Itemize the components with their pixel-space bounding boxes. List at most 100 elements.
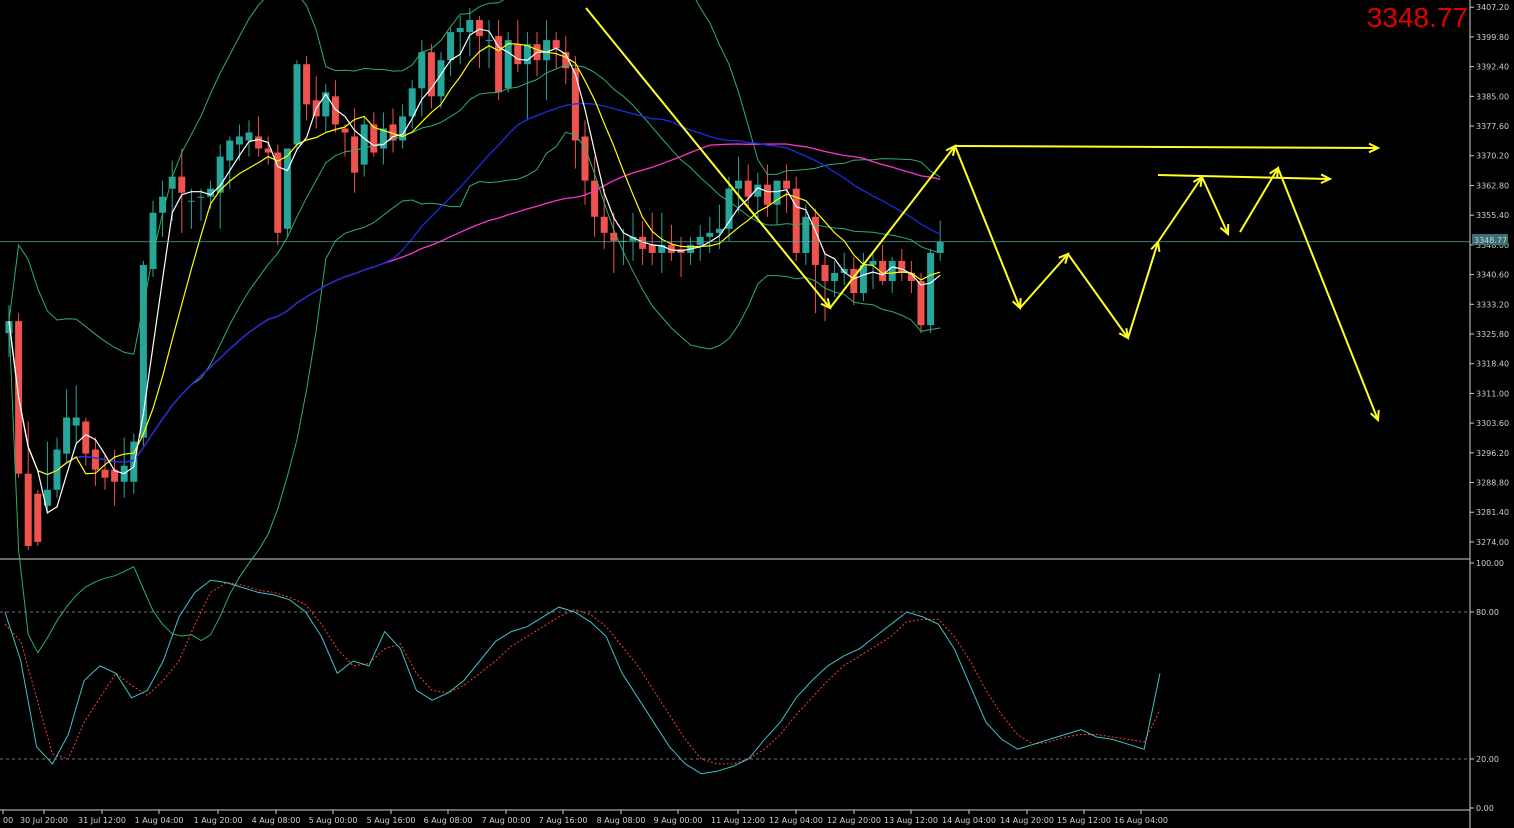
candle-body: [34, 493, 42, 542]
time-tick-label: 1 Aug 04:00: [135, 816, 184, 825]
candle-body: [341, 128, 349, 133]
candle-body: [514, 44, 522, 65]
time-tick-label: 6 Aug 08:00: [424, 816, 473, 825]
candle-body: [303, 64, 311, 105]
current-price-tag-text: 3348.77: [1474, 236, 1507, 245]
candle-body: [63, 417, 71, 454]
candle-body: [543, 40, 551, 61]
candle-body: [802, 216, 810, 253]
current-price-label: 3348.77: [1366, 2, 1468, 33]
candle-body: [927, 252, 935, 326]
candle-body: [831, 272, 839, 281]
candle-body: [485, 40, 493, 42]
time-tick-label: 14 Aug 04:00: [942, 816, 996, 825]
price-tick-label: 3325.80: [1476, 330, 1509, 339]
price-tick-label: 3303.60: [1476, 419, 1509, 428]
candle-body: [226, 140, 234, 161]
time-tick-label: 9 Aug 00:00: [654, 816, 703, 825]
price-tick-label: 3399.80: [1476, 33, 1509, 42]
time-tick-label: 7 Aug 00:00: [482, 816, 531, 825]
candle-body: [427, 52, 435, 97]
candle-body: [178, 176, 186, 193]
stochastic-tick-label: 100.00: [1476, 559, 1504, 568]
time-tick-label: 5 Aug 00:00: [309, 816, 358, 825]
stochastic-tick-label: 20.00: [1476, 755, 1499, 764]
candle-body: [936, 241, 944, 253]
candle-body: [495, 36, 503, 93]
candle-body: [706, 232, 714, 237]
candle-body: [235, 136, 243, 145]
price-tick-label: 3392.40: [1476, 63, 1509, 72]
time-tick-label: 11 Aug 12:00: [711, 816, 765, 825]
current-price-tag: 3348.77: [1472, 234, 1508, 245]
time-tick-label: 12 Aug 20:00: [827, 816, 881, 825]
candle-body: [418, 52, 426, 89]
price-tick-label: 3318.40: [1476, 360, 1509, 369]
candle-body: [322, 92, 330, 117]
candle-body: [72, 417, 80, 426]
price-tick-label: 3355.40: [1476, 211, 1509, 220]
time-tick-label: 13 Aug 12:00: [884, 816, 938, 825]
time-tick-label: 16 Aug 04:00: [1114, 816, 1168, 825]
candle-body: [581, 136, 589, 181]
candle-body: [783, 180, 791, 189]
candle-body: [245, 132, 253, 141]
candle-body: [149, 212, 157, 269]
candle-body: [552, 40, 560, 49]
candle-body: [101, 469, 109, 478]
price-tick-label: 3333.20: [1476, 300, 1509, 309]
candle-body: [869, 260, 877, 265]
candle-body: [274, 152, 282, 233]
candle-body: [763, 184, 771, 205]
price-tick-label: 3377.60: [1476, 122, 1509, 131]
candle-body: [91, 449, 99, 470]
time-tick-label: 8 Aug 08:00: [597, 816, 646, 825]
price-tick-label: 3311.00: [1476, 389, 1509, 398]
candle-body: [351, 136, 359, 173]
price-tick-label: 3288.80: [1476, 479, 1509, 488]
candle-body: [466, 20, 474, 33]
price-tick-label: 3274.00: [1476, 538, 1509, 547]
candle-body: [187, 200, 195, 202]
stochastic-tick-label: 80.00: [1476, 608, 1499, 617]
candle-body: [293, 64, 301, 145]
candle-body: [255, 136, 263, 149]
candle-body: [283, 148, 291, 229]
chart-background: [0, 0, 1514, 828]
time-tick-label: 5 Aug 16:00: [367, 816, 416, 825]
price-tick-label: 3281.40: [1476, 508, 1509, 517]
chart-canvas: 3407.20 3399.80 3392.40 3385.00 3377.60 3370.…: [0, 0, 1514, 828]
time-tick-label: 12 Aug 04:00: [769, 816, 823, 825]
candle-body: [696, 236, 704, 245]
price-tick-label: 3296.20: [1476, 449, 1509, 458]
time-tick-label: 4 Aug 08:00: [252, 816, 301, 825]
candle-body: [331, 96, 339, 125]
time-tick-label: 14 Aug 20:00: [1000, 816, 1054, 825]
candle-body: [197, 196, 205, 198]
candle-body: [648, 244, 656, 253]
time-tick-label: 30 Jul 20:00: [20, 816, 68, 825]
candle-body: [456, 28, 464, 33]
candle-body: [735, 180, 743, 189]
time-tick-label: 7 Aug 16:00: [539, 816, 588, 825]
time-tick-label: 31 Jul 12:00: [78, 816, 126, 825]
candle-body: [475, 20, 483, 37]
time-tick-label: 1 Aug 20:00: [194, 816, 243, 825]
candle-body: [821, 264, 829, 281]
candle-body: [360, 124, 368, 165]
candle-body: [888, 260, 896, 281]
candle-body: [504, 40, 512, 89]
candle-body: [447, 32, 455, 61]
candle-body: [744, 180, 752, 197]
price-tick-label: 3362.80: [1476, 181, 1509, 190]
candle-body: [600, 216, 608, 233]
candle-body: [24, 473, 32, 546]
time-tick-label: 00: [3, 816, 13, 825]
price-tick-label: 3407.20: [1476, 3, 1509, 12]
price-tick-label: 3370.20: [1476, 152, 1509, 161]
candle-body: [917, 281, 925, 326]
candle-body: [898, 260, 906, 273]
time-tick-label: 15 Aug 12:00: [1057, 816, 1111, 825]
price-tick-label: 3340.60: [1476, 271, 1509, 280]
stochastic-tick-label: 0.00: [1476, 804, 1494, 813]
